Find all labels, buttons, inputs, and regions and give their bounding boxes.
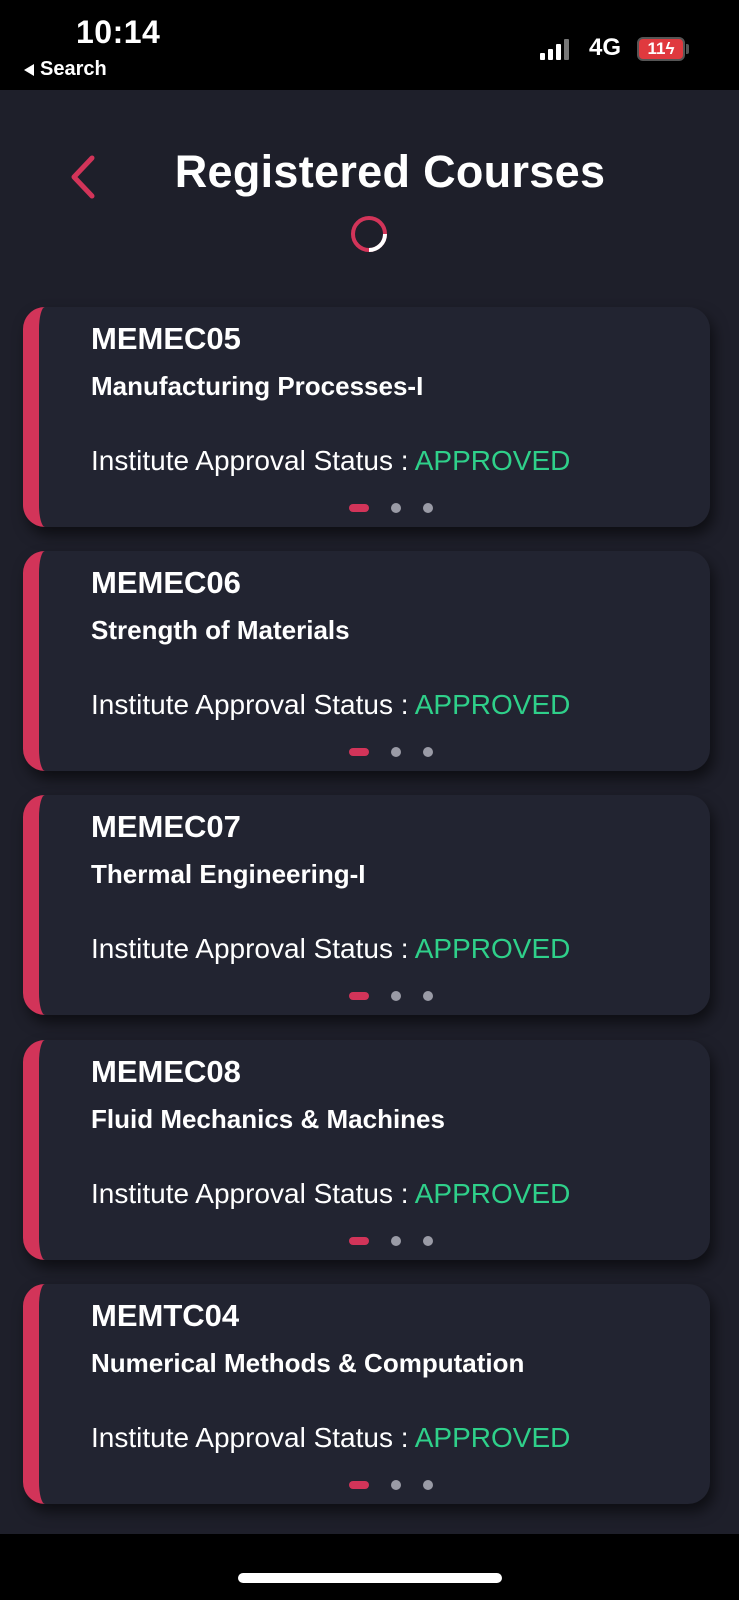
page-dot[interactable] bbox=[423, 1480, 433, 1490]
page-dot[interactable] bbox=[391, 503, 401, 513]
approval-status-label: Institute Approval Status : bbox=[91, 1178, 409, 1209]
back-arrow-icon[interactable] bbox=[66, 152, 106, 202]
page-dot[interactable] bbox=[391, 1480, 401, 1490]
page-dot[interactable] bbox=[423, 991, 433, 1001]
course-card[interactable]: MEMEC06 Strength of Materials Institute … bbox=[23, 551, 710, 771]
home-indicator[interactable] bbox=[238, 1573, 502, 1583]
page-dot[interactable] bbox=[423, 1236, 433, 1246]
battery-icon: 11 ϟ bbox=[637, 37, 685, 61]
approval-status-line: Institute Approval Status : APPROVED bbox=[91, 445, 570, 477]
back-triangle-icon bbox=[24, 63, 34, 76]
course-code: MEMEC07 bbox=[91, 809, 241, 844]
course-name: Numerical Methods & Computation bbox=[91, 1348, 525, 1378]
course-card[interactable]: MEMEC08 Fluid Mechanics & Machines Insti… bbox=[23, 1040, 710, 1260]
course-card[interactable]: MEMTC04 Numerical Methods & Computation … bbox=[23, 1284, 710, 1504]
course-code: MEMTC04 bbox=[91, 1298, 240, 1333]
back-to-search-link[interactable]: Search bbox=[24, 58, 107, 81]
page-indicator[interactable] bbox=[349, 991, 433, 1001]
battery-tip bbox=[686, 44, 689, 54]
page-dot[interactable] bbox=[391, 1236, 401, 1246]
status-bar: 10:14 Search 4G 11 ϟ bbox=[0, 0, 739, 90]
approval-status-line: Institute Approval Status : APPROVED bbox=[91, 1422, 570, 1454]
course-name: Manufacturing Processes-I bbox=[91, 371, 424, 401]
status-time: 10:14 bbox=[76, 14, 161, 50]
page-indicator[interactable] bbox=[349, 503, 433, 513]
page-indicator[interactable] bbox=[349, 1480, 433, 1490]
cellular-signal-icon bbox=[540, 38, 569, 60]
network-type: 4G bbox=[589, 34, 622, 61]
page-dot-active[interactable] bbox=[349, 992, 369, 1000]
battery-level: 11 bbox=[647, 39, 666, 58]
page-dot[interactable] bbox=[391, 991, 401, 1001]
bottom-bar bbox=[0, 1534, 739, 1600]
page-title: Registered Courses bbox=[174, 146, 606, 197]
approval-status-label: Institute Approval Status : bbox=[91, 933, 409, 964]
page-dot-active[interactable] bbox=[349, 748, 369, 756]
course-code: MEMEC08 bbox=[91, 1054, 241, 1089]
page-indicator[interactable] bbox=[349, 1236, 433, 1246]
back-to-search-label: Search bbox=[40, 58, 107, 80]
approval-status-line: Institute Approval Status : APPROVED bbox=[91, 1178, 570, 1210]
course-card[interactable]: MEMEC07 Thermal Engineering-I Institute … bbox=[23, 795, 710, 1015]
course-name: Fluid Mechanics & Machines bbox=[91, 1104, 445, 1134]
approval-status-value: APPROVED bbox=[414, 1178, 571, 1209]
loading-spinner-icon bbox=[351, 216, 387, 252]
approval-status-line: Institute Approval Status : APPROVED bbox=[91, 689, 570, 721]
page-dot[interactable] bbox=[391, 747, 401, 757]
page-dot[interactable] bbox=[423, 747, 433, 757]
approval-status-value: APPROVED bbox=[414, 689, 571, 720]
approval-status-value: APPROVED bbox=[414, 1422, 571, 1453]
page-header: Registered Courses bbox=[0, 90, 739, 280]
approval-status-label: Institute Approval Status : bbox=[91, 1422, 409, 1453]
course-name: Strength of Materials bbox=[91, 615, 350, 645]
approval-status-value: APPROVED bbox=[414, 933, 571, 964]
page-dot[interactable] bbox=[423, 503, 433, 513]
approval-status-label: Institute Approval Status : bbox=[91, 445, 409, 476]
page-dot-active[interactable] bbox=[349, 504, 369, 512]
page-dot-active[interactable] bbox=[349, 1237, 369, 1245]
course-code: MEMEC06 bbox=[91, 565, 241, 600]
course-code: MEMEC05 bbox=[91, 321, 241, 356]
approval-status-line: Institute Approval Status : APPROVED bbox=[91, 933, 570, 965]
approval-status-label: Institute Approval Status : bbox=[91, 689, 409, 720]
course-name: Thermal Engineering-I bbox=[91, 859, 366, 889]
charging-bolt-icon: ϟ bbox=[665, 39, 675, 58]
page-dot-active[interactable] bbox=[349, 1481, 369, 1489]
course-card[interactable]: MEMEC05 Manufacturing Processes-I Instit… bbox=[23, 307, 710, 527]
approval-status-value: APPROVED bbox=[414, 445, 571, 476]
page-indicator[interactable] bbox=[349, 747, 433, 757]
